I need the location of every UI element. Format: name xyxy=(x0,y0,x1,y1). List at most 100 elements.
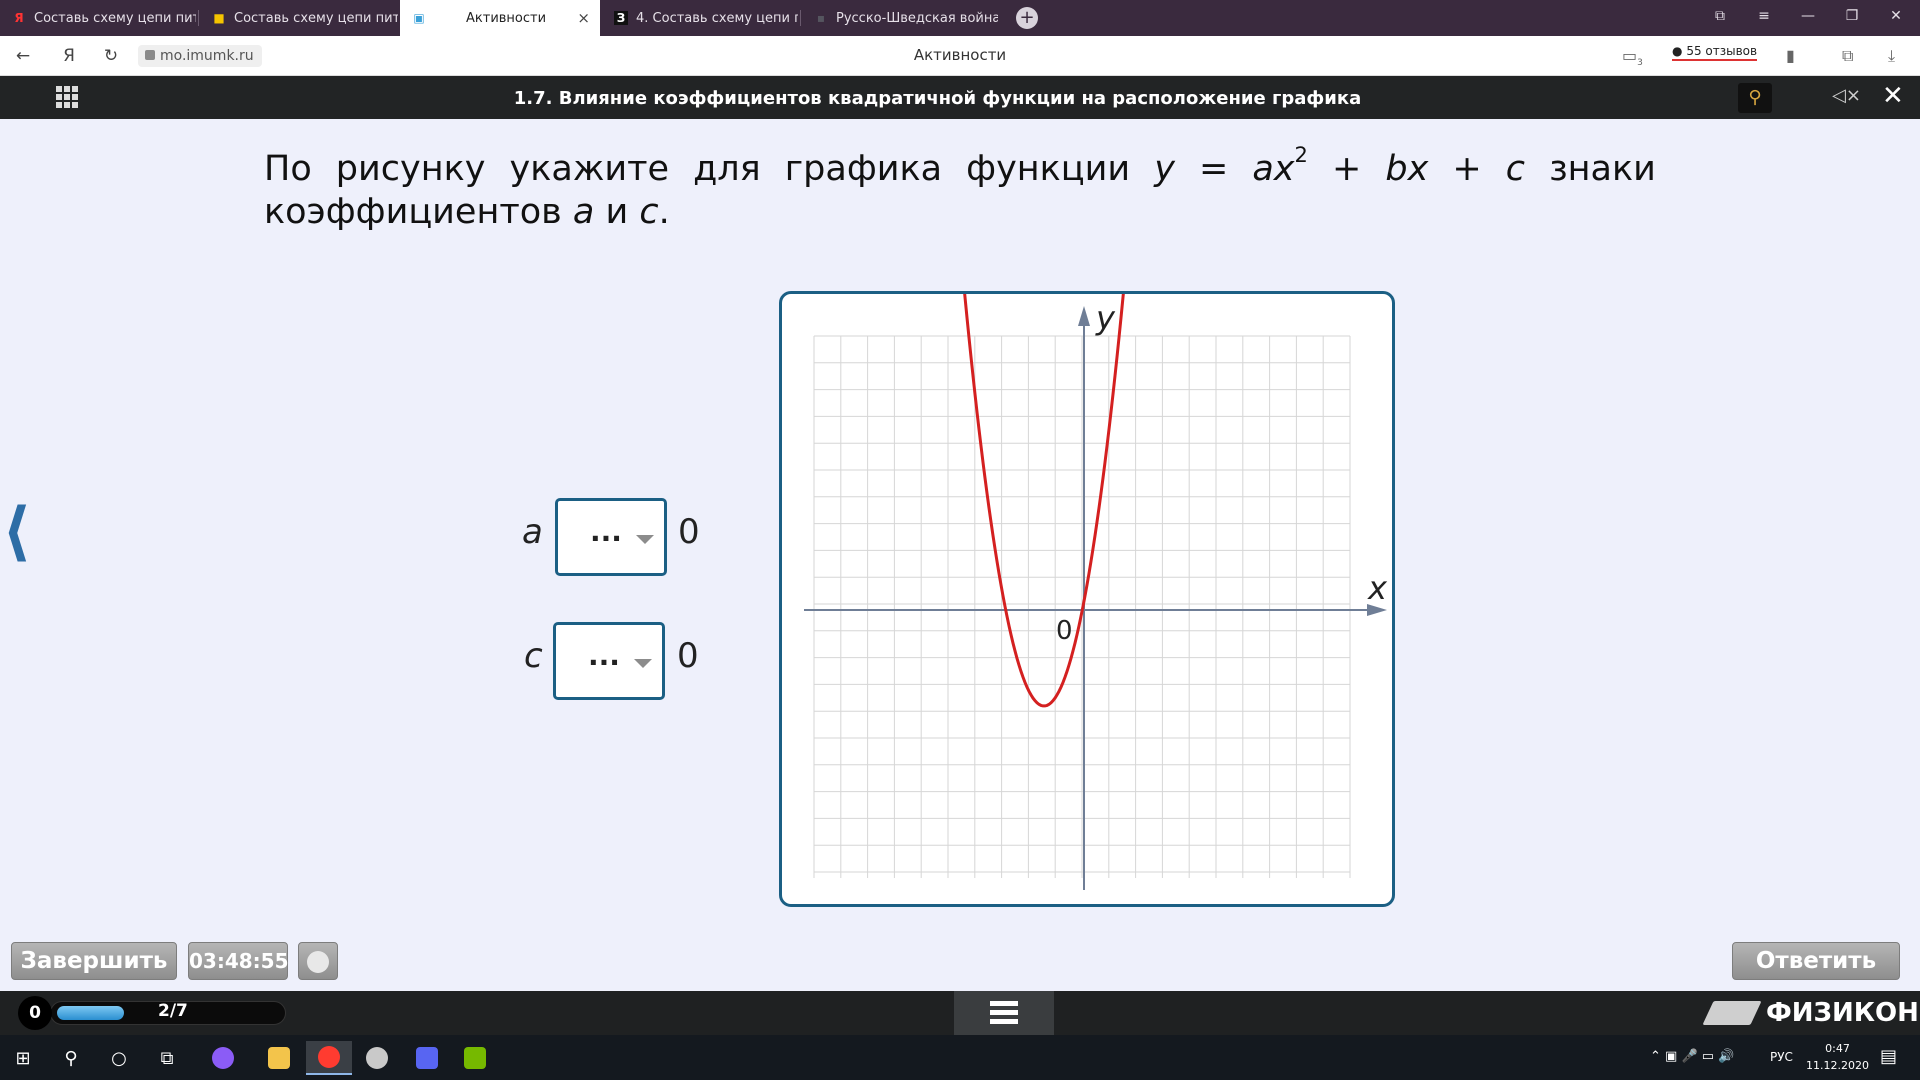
coefficient-a-label: a xyxy=(522,512,543,552)
collections-icon[interactable]: ⧉ xyxy=(1842,46,1853,66)
dice-icon xyxy=(307,951,329,973)
question-word: По xyxy=(264,149,312,189)
comment-icon: ● xyxy=(1672,44,1683,58)
sound-muted-icon[interactable]: ◁× xyxy=(1832,85,1861,106)
yandex-browser-icon[interactable] xyxy=(306,1041,352,1075)
graph-panel: x y 0 xyxy=(779,291,1395,907)
browser-tab-bar: Я Составь схему цепи питан ■ Составь схе… xyxy=(0,0,1920,36)
cortana-icon[interactable]: ○ xyxy=(96,1041,142,1075)
question-word: укажите xyxy=(509,149,670,189)
question-word: рисунку xyxy=(335,149,486,189)
question-word: графика xyxy=(784,149,943,189)
formula-bx: bx xyxy=(1385,149,1429,189)
tab-4[interactable]: З 4. Составь схему цепи пит xyxy=(602,0,798,36)
translate-icon[interactable]: ▭3 xyxy=(1622,46,1643,68)
windows-taskbar: ⊞ ⚲ ○ ⧉ ⌃ ▣ 🎤 ▭ 🔊 РУС 0:47 11.12.2020 ▤ xyxy=(0,1035,1920,1080)
close-icon[interactable]: ✕ xyxy=(1882,81,1904,111)
formula-ax2: ax2 xyxy=(1252,143,1308,190)
tab-manager-icon[interactable]: ⧉ xyxy=(1710,8,1730,24)
formula-plus: + xyxy=(1452,149,1482,189)
tab-title: Активности xyxy=(466,10,547,26)
formula-c: c xyxy=(1505,149,1525,189)
browser-menu-icon[interactable]: ≡ xyxy=(1754,8,1774,24)
x-axis-label: x xyxy=(1367,569,1388,607)
tab-title: Составь схему цепи питан xyxy=(234,10,398,26)
coefficient-a-sign-select[interactable]: ... xyxy=(555,498,667,576)
random-dice-button[interactable] xyxy=(298,942,338,980)
question-line-2: коэффициентов a и c. xyxy=(264,192,670,232)
score-badge: 0 xyxy=(18,996,52,1030)
yandex-favicon-icon: Я xyxy=(14,11,24,25)
formula-eq: = xyxy=(1198,149,1229,189)
coefficient-c-sign-select[interactable]: ... xyxy=(553,622,665,700)
windows-start-icon[interactable]: ⊞ xyxy=(0,1041,46,1075)
notifications-icon[interactable]: ▤ xyxy=(1880,1046,1897,1067)
page-favicon-icon: ▪ xyxy=(816,11,826,25)
physicon-logo-icon xyxy=(1702,1001,1762,1025)
previous-arrow-icon[interactable]: ⟨ xyxy=(2,500,31,564)
clock-date: 11.12.2020 xyxy=(1806,1059,1869,1072)
shield-app-icon[interactable] xyxy=(354,1041,400,1075)
tab-3-active[interactable]: ▣ Активности × xyxy=(400,0,600,36)
hamburger-menu-button[interactable] xyxy=(954,991,1054,1035)
formula-plus: + xyxy=(1331,149,1362,189)
chevron-down-icon xyxy=(636,535,654,544)
bottom-status-bar: 0 2/7 ФИЗИКОН xyxy=(0,991,1920,1035)
tab-close-icon[interactable]: × xyxy=(577,9,590,27)
image-favicon-icon: ■ xyxy=(213,11,225,25)
chevron-down-icon xyxy=(634,659,652,668)
compare-zero-a: 0 xyxy=(678,512,700,552)
tab-5[interactable]: ▪ Русско-Шведская война 1 xyxy=(802,0,998,36)
tab-title: Составь схему цепи питан xyxy=(34,10,196,26)
tab-2[interactable]: ■ Составь схему цепи питан xyxy=(200,0,398,36)
download-icon[interactable]: ⤓ xyxy=(1888,46,1895,66)
page-favicon-icon: ▣ xyxy=(413,11,425,25)
lesson-title: 1.7. Влияние коэффициентов квадратичной … xyxy=(513,88,1362,109)
tab-separator xyxy=(800,10,801,26)
tab-counter: 3 xyxy=(1637,58,1643,69)
alice-app-icon[interactable] xyxy=(200,1041,246,1075)
app-header: 1.7. Влияние коэффициентов квадратичной … xyxy=(0,76,1920,119)
parabola-graph: x y 0 xyxy=(804,294,1388,890)
finish-button[interactable]: Завершить xyxy=(11,942,177,980)
reviews-text: 55 отзывов xyxy=(1686,44,1758,58)
timer-display: 03:48:55 xyxy=(188,942,289,980)
question-word: функции xyxy=(966,149,1131,189)
search-icon[interactable]: ⚲ xyxy=(1738,83,1772,113)
reviews-badge[interactable]: ● 55 отзывов xyxy=(1672,44,1758,61)
coefficient-c-label: c xyxy=(524,636,543,676)
close-window-icon[interactable]: ✕ xyxy=(1886,8,1906,24)
brand-name: ФИЗИКОН xyxy=(1766,998,1919,1028)
question-text: По рисунку укажите для графика функции y… xyxy=(264,143,1656,234)
restore-icon[interactable]: ❐ xyxy=(1842,8,1862,24)
minimize-icon[interactable]: — xyxy=(1798,8,1818,24)
new-tab-button[interactable]: + xyxy=(1016,7,1038,29)
progress-text: 2/7 xyxy=(158,1001,188,1021)
tab-separator xyxy=(198,10,199,26)
answer-button[interactable]: Ответить xyxy=(1732,942,1900,980)
parabola-curve xyxy=(963,294,1125,708)
formula-y: y xyxy=(1154,149,1175,189)
tab-1[interactable]: Я Составь схему цепи питан xyxy=(0,0,196,36)
task-view-icon[interactable]: ⧉ xyxy=(144,1041,190,1075)
progress-fill xyxy=(57,1006,124,1020)
tab-title: Русско-Шведская война 1 xyxy=(836,10,998,26)
file-explorer-icon[interactable] xyxy=(256,1041,302,1075)
question-word: знаки xyxy=(1549,149,1656,189)
select-value: ... xyxy=(588,639,620,672)
tab-title: 4. Составь схему цепи пит xyxy=(636,10,798,26)
compare-zero-c: 0 xyxy=(677,636,699,676)
bookmark-icon[interactable]: ▮ xyxy=(1786,46,1795,65)
nvidia-icon[interactable] xyxy=(452,1041,498,1075)
search-icon[interactable]: ⚲ xyxy=(48,1041,94,1075)
select-value: ... xyxy=(590,515,622,548)
system-tray-icons[interactable]: ⌃ ▣ 🎤 ▭ 🔊 xyxy=(1650,1049,1734,1064)
clock-time: 0:47 xyxy=(1825,1042,1850,1055)
discord-icon[interactable] xyxy=(404,1041,450,1075)
y-axis-label: y xyxy=(1095,299,1116,337)
y-axis-arrow xyxy=(1078,306,1090,326)
address-bar: ← Я ↻ mo.imumk.ru Активности ▭3 ● 55 отз… xyxy=(0,36,1920,76)
language-indicator[interactable]: РУС xyxy=(1770,1050,1793,1064)
znanija-favicon-icon: З xyxy=(614,11,628,25)
clock[interactable]: 0:47 11.12.2020 xyxy=(1806,1040,1869,1074)
